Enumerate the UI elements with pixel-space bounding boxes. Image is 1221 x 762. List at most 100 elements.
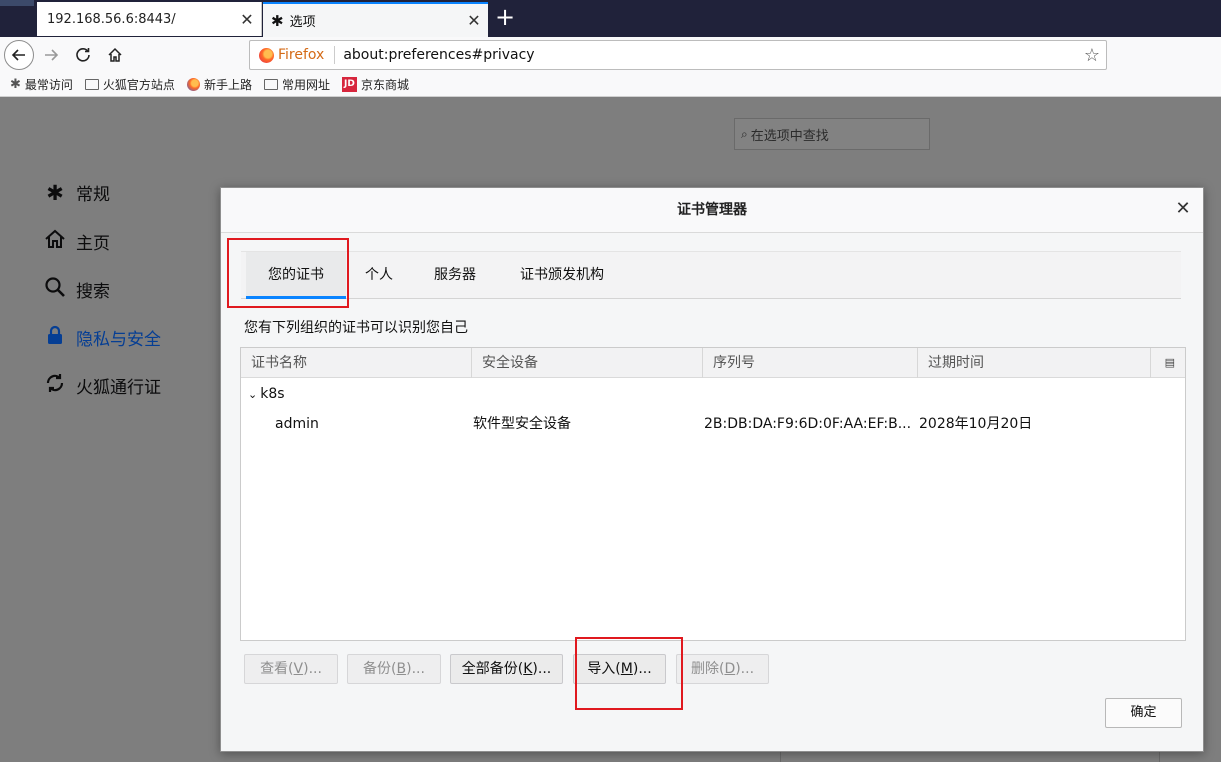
bookmark-label: 京东商城 (360, 78, 409, 92)
accesskey: M (620, 661, 633, 677)
sidebar-item-search[interactable]: 搜索 (42, 276, 110, 303)
close-icon[interactable]: ✕ (233, 10, 261, 29)
home-icon (42, 228, 68, 255)
tab-strip: 192.168.56.6:8443/ ✕ ✱ 选项 ✕ + (0, 0, 1221, 37)
button-tail: )... (303, 661, 322, 677)
gear-icon: ✱ (46, 180, 64, 205)
close-icon[interactable]: ✕ (460, 11, 488, 30)
dialog-title: 证书管理器 (221, 188, 1203, 233)
bookmark-common-sites[interactable]: 常用网址 (263, 76, 330, 93)
reload-button[interactable] (68, 40, 98, 70)
preferences-search-input[interactable]: ⌕ 在选项中查找 (734, 118, 930, 150)
cell-serial: 2B:DB:DA:F9:6D:0F:AA:EF:B... (704, 416, 912, 432)
table-row[interactable]: admin 软件型安全设备 2B:DB:DA:F9:6D:0F:AA:EF:B.… (241, 409, 1185, 439)
back-button[interactable] (4, 40, 34, 70)
url-bar[interactable]: Firefox about:preferences#privacy ☆ (249, 40, 1107, 70)
bookmark-most-visited[interactable]: ✱ 最常访问 (10, 76, 73, 93)
firefox-icon (259, 47, 274, 63)
certificate-tabs: 您的证书 个人 服务器 证书颁发机构 (241, 251, 1181, 299)
delete-button[interactable]: 删除(D)... (676, 654, 769, 684)
sidebar-item-sync[interactable]: 火狐通行证 (42, 372, 161, 399)
button-tail: )... (632, 661, 652, 677)
tab-options[interactable]: ✱ 选项 ✕ (263, 2, 488, 37)
firefox-icon (186, 78, 200, 91)
search-placeholder: 在选项中查找 (750, 128, 829, 144)
cell-device: 软件型安全设备 (473, 416, 571, 432)
gear-icon: ✱ (10, 77, 21, 92)
button-text: 导入( (587, 661, 621, 677)
button-tail: )... (406, 661, 425, 677)
button-tail: )... (735, 661, 755, 677)
reload-icon (76, 48, 90, 62)
button-text: 查看( (260, 661, 294, 677)
bookmark-star-icon[interactable]: ☆ (1078, 45, 1106, 66)
gear-icon: ✱ (271, 11, 284, 30)
sidebar-item-home[interactable]: 主页 (42, 228, 110, 255)
group-label: k8s (260, 386, 285, 402)
lock-icon (42, 324, 68, 351)
sidebar-item-label: 常规 (76, 185, 110, 205)
tab-label: 192.168.56.6:8443/ (47, 11, 176, 27)
folder-icon (84, 79, 99, 90)
home-icon (108, 47, 122, 62)
bookmark-official-site[interactable]: 火狐官方站点 (84, 76, 175, 93)
cell-expiry: 2028年10月20日 (919, 416, 1033, 432)
bookmark-getting-started[interactable]: 新手上路 (186, 76, 252, 93)
backup-button[interactable]: 备份(B)... (347, 654, 441, 684)
accesskey: D (724, 661, 736, 677)
column-header-name[interactable]: 证书名称 (241, 348, 472, 378)
close-icon[interactable]: ✕ (1171, 197, 1195, 221)
url-text[interactable]: about:preferences#privacy (343, 47, 1078, 63)
chevron-down-icon[interactable]: ⌄ (248, 388, 257, 401)
column-header-serial[interactable]: 序列号 (703, 348, 918, 378)
view-button[interactable]: 查看(V)... (244, 654, 338, 684)
certificate-manager-dialog: 证书管理器 ✕ 您的证书 个人 服务器 证书颁发机构 您有下列组织的证书可以识别… (220, 187, 1204, 752)
sidebar-item-label: 隐私与安全 (76, 330, 161, 350)
import-button[interactable]: 导入(M)... (573, 654, 666, 684)
sync-icon (42, 372, 68, 399)
cell-name: admin (275, 416, 319, 432)
column-header-expiry[interactable]: 过期时间 (918, 348, 1151, 378)
home-button[interactable] (100, 40, 130, 70)
url-divider (334, 46, 336, 64)
sidebar-item-general[interactable]: ✱ 常规 (42, 180, 110, 206)
tab-your-certificates[interactable]: 您的证书 (246, 252, 346, 299)
folder-icon (263, 79, 278, 90)
bookmark-label: 新手上路 (203, 78, 252, 92)
certificate-description: 您有下列组织的证书可以识别您自己 (244, 320, 468, 336)
button-text: 备份( (363, 661, 397, 677)
button-text: 删除( (690, 661, 725, 677)
ok-button[interactable]: 确定 (1105, 698, 1182, 728)
new-tab-button[interactable]: + (490, 2, 520, 35)
tab-authorities[interactable]: 证书颁发机构 (520, 252, 604, 299)
identity-label: Firefox (278, 47, 325, 63)
accesskey: V (293, 661, 304, 677)
sidebar-item-label: 搜索 (76, 282, 110, 302)
button-tail: )... (532, 661, 552, 677)
arrow-right-icon (45, 49, 59, 61)
bookmark-jd[interactable]: JD 京东商城 (341, 76, 409, 93)
arrow-left-icon (11, 49, 25, 61)
button-text: 全部备份( (461, 661, 524, 677)
search-icon (42, 276, 68, 303)
tab-server[interactable]: 192.168.56.6:8443/ ✕ (37, 2, 262, 36)
search-icon: ⌕ (741, 126, 748, 141)
bookmark-label: 常用网址 (281, 78, 330, 92)
column-header-device[interactable]: 安全设备 (472, 348, 703, 378)
bookmark-label: 最常访问 (24, 78, 73, 92)
tree-group-row[interactable]: ⌄ k8s (241, 379, 1185, 409)
certificate-tree[interactable]: 证书名称 安全设备 序列号 过期时间 ▤ ⌄ k8s admin 软件型安全设备 … (240, 347, 1186, 641)
sidebar-item-label: 主页 (76, 234, 110, 254)
jd-icon: JD (341, 77, 357, 92)
tree-header: 证书名称 安全设备 序列号 过期时间 ▤ (241, 348, 1185, 378)
column-picker-icon[interactable]: ▤ (1165, 356, 1175, 369)
tab-label: 选项 (289, 15, 316, 30)
tab-people[interactable]: 个人 (365, 252, 393, 299)
backup-all-button[interactable]: 全部备份(K)... (450, 654, 563, 684)
sidebar-item-label: 火狐通行证 (76, 378, 161, 398)
accesskey: B (396, 661, 407, 677)
sidebar-item-privacy[interactable]: 隐私与安全 (42, 324, 161, 351)
tab-servers[interactable]: 服务器 (434, 252, 476, 299)
forward-button[interactable] (36, 40, 66, 70)
tab-stub (0, 0, 34, 6)
